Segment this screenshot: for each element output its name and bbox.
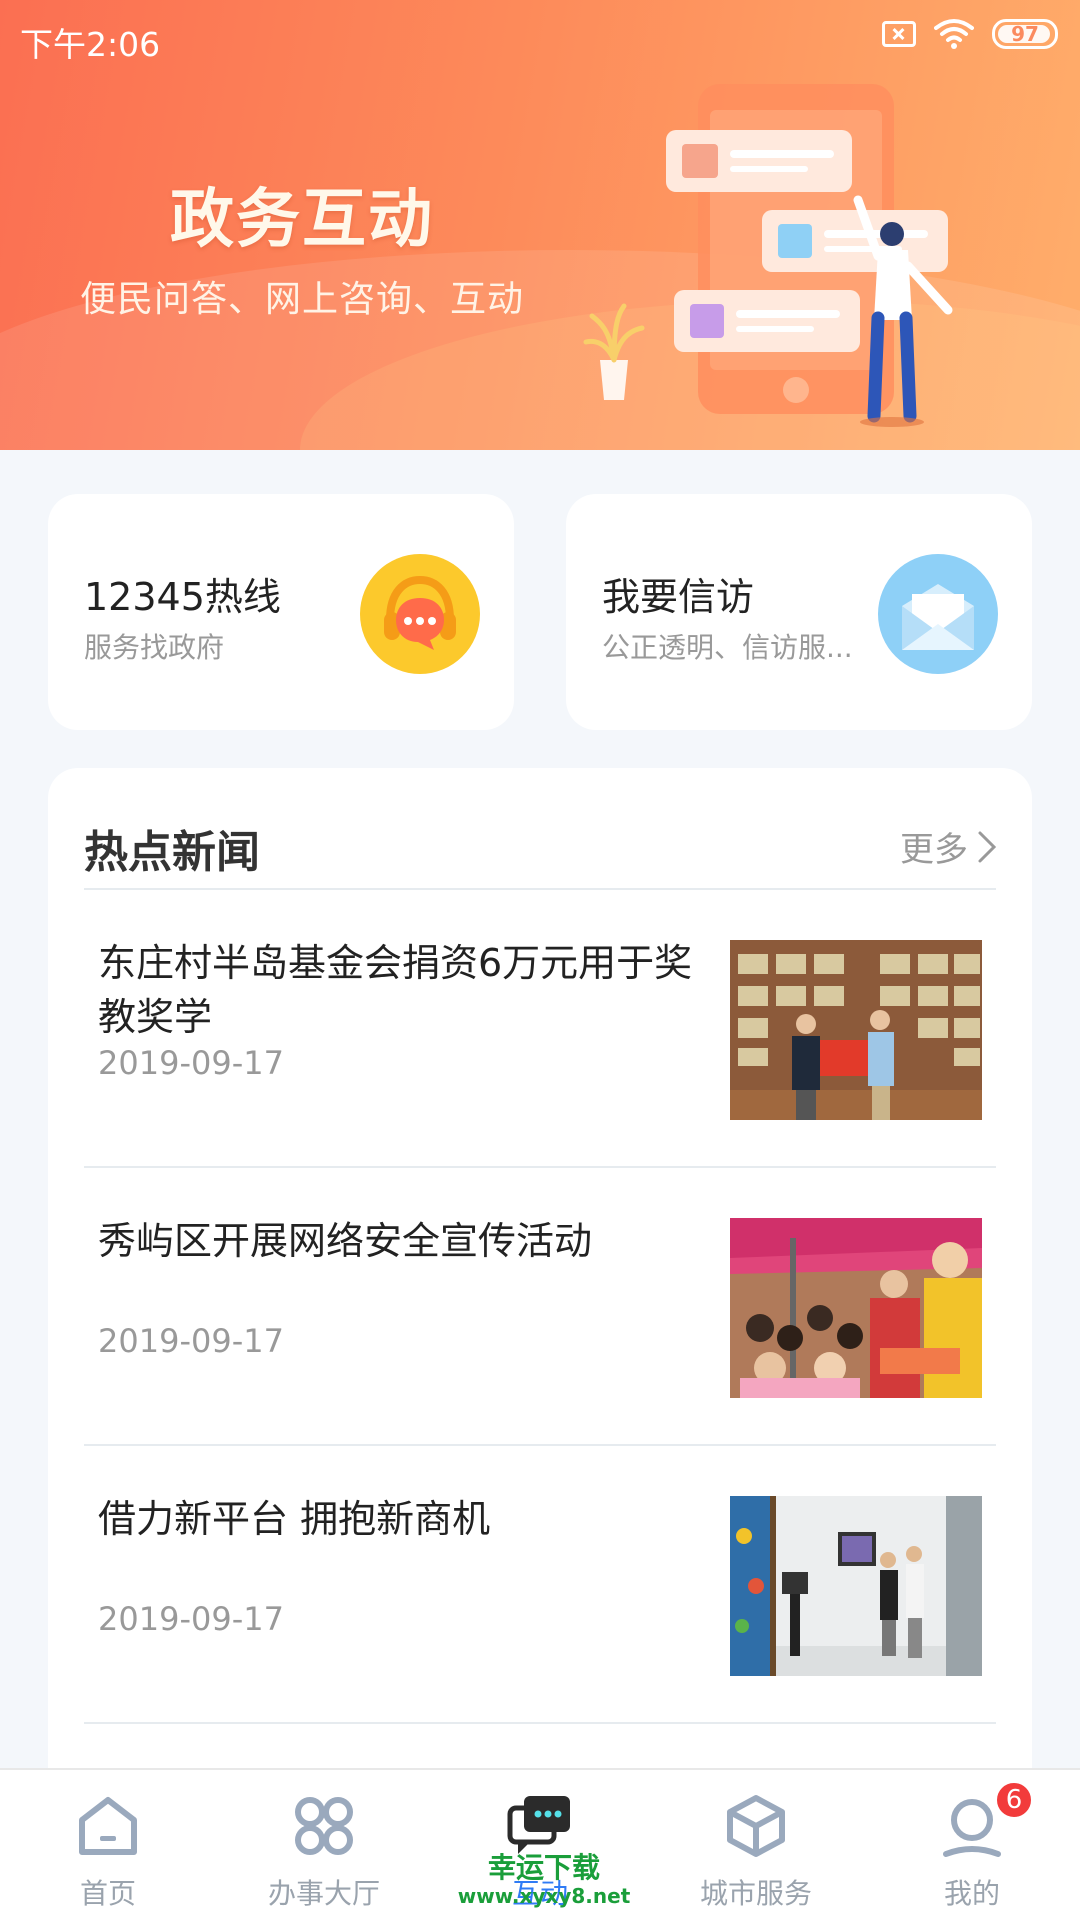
news-section-title: 热点新闻 bbox=[84, 827, 260, 878]
news-thumbnail bbox=[730, 940, 982, 1120]
news-item-title: 秀屿区开展网络安全宣传活动 bbox=[98, 1219, 593, 1263]
nav-item-home[interactable]: 首页 bbox=[0, 1770, 216, 1920]
news-item-date: 2019-09-17 bbox=[98, 1600, 284, 1638]
nav-label: 办事大厅 bbox=[267, 1877, 380, 1910]
notification-badge: 6 bbox=[994, 1780, 1034, 1820]
nav-item-profile[interactable]: 6 我的 bbox=[864, 1770, 1080, 1920]
banner: 下午2:06 97 政务互动 便民问答、网上咨询、互动 bbox=[0, 0, 1080, 450]
hotline-card[interactable]: 12345热线 服务找政府 bbox=[48, 494, 514, 730]
chevron-right-icon bbox=[978, 831, 997, 862]
petition-card-subtitle: 公正透明、信访服... bbox=[602, 631, 853, 664]
battery-level: 97 bbox=[1011, 22, 1039, 46]
petition-card-title: 我要信访 bbox=[602, 575, 755, 619]
news-item-date: 2019-09-17 bbox=[98, 1044, 284, 1082]
status-icons: 97 bbox=[882, 18, 1058, 50]
news-item[interactable]: 东庄村半岛基金会捐资6万元用于奖教奖学 2019-09-17 bbox=[84, 890, 996, 1168]
headset-chat-icon bbox=[360, 554, 480, 674]
news-item-date: 2019-09-17 bbox=[98, 1322, 284, 1360]
nav-item-city-services[interactable]: 城市服务 bbox=[648, 1770, 864, 1920]
bottom-nav: 首页 办事大厅 互动 城市服务 6 我的 bbox=[0, 1768, 1080, 1920]
battery-icon: 97 bbox=[992, 19, 1058, 49]
banner-title: 政务互动 bbox=[170, 183, 434, 257]
hotline-card-subtitle: 服务找政府 bbox=[84, 631, 225, 664]
news-thumbnail bbox=[730, 1496, 982, 1676]
nav-item-service-hall[interactable]: 办事大厅 bbox=[216, 1770, 432, 1920]
hot-news-panel: 热点新闻 更多 东庄村半岛基金会捐资6万元用于奖教奖学 2019-09-17 秀… bbox=[48, 768, 1032, 1868]
hotline-card-title: 12345热线 bbox=[84, 575, 281, 619]
news-more-label: 更多 bbox=[900, 830, 968, 870]
grid-icon bbox=[295, 1797, 353, 1855]
nav-label: 我的 bbox=[943, 1877, 1000, 1910]
nav-label: 首页 bbox=[79, 1877, 136, 1910]
petition-card[interactable]: 我要信访 公正透明、信访服... bbox=[566, 494, 1032, 730]
nav-label: 城市服务 bbox=[699, 1877, 812, 1910]
news-thumbnail bbox=[730, 1218, 982, 1398]
envelope-icon bbox=[878, 554, 998, 674]
banner-subtitle: 便民问答、网上咨询、互动 bbox=[80, 279, 525, 320]
nav-item-interaction[interactable]: 互动 bbox=[432, 1770, 648, 1920]
news-item[interactable]: 秀屿区开展网络安全宣传活动 2019-09-17 bbox=[84, 1168, 996, 1446]
home-icon bbox=[79, 1797, 137, 1855]
status-time: 下午2:06 bbox=[20, 25, 161, 64]
news-item[interactable]: 借力新平台 拥抱新商机 2019-09-17 bbox=[84, 1446, 996, 1724]
news-item-title: 借力新平台 拥抱新商机 bbox=[98, 1497, 491, 1541]
wifi-icon bbox=[934, 19, 974, 49]
nav-label: 互动 bbox=[511, 1877, 568, 1910]
cube-icon bbox=[727, 1795, 785, 1857]
no-sim-icon bbox=[882, 21, 916, 47]
news-more-link[interactable]: 更多 bbox=[900, 822, 998, 871]
banner-illustration bbox=[583, 84, 953, 427]
news-item-title: 东庄村半岛基金会捐资6万元用于奖教奖学 bbox=[98, 941, 693, 1039]
chat-bubbles-icon bbox=[507, 1796, 570, 1854]
